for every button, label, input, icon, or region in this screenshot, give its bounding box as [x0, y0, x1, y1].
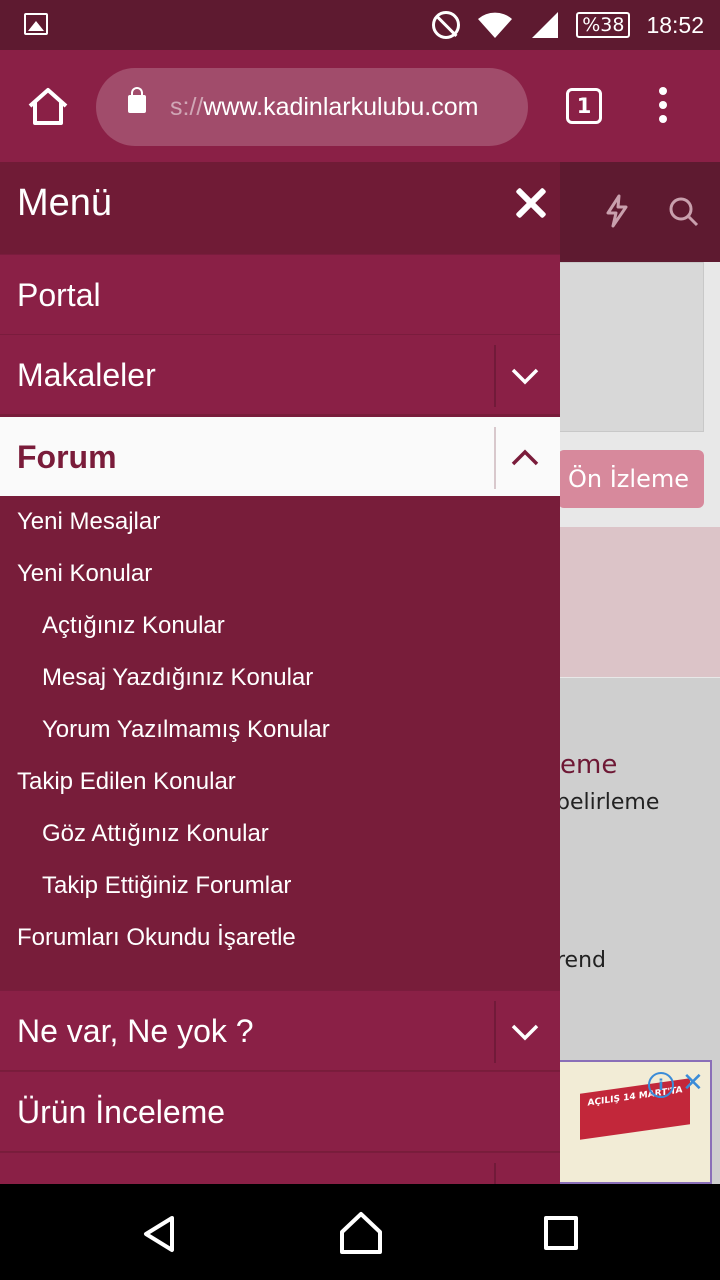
lock-icon — [128, 87, 146, 113]
menu-item-portal[interactable]: Portal — [0, 254, 560, 334]
browser-toolbar: s://www.kadinlarkulubu.com 1 — [0, 50, 720, 162]
menu-item-urun-inceleme[interactable]: Ürün İnceleme — [0, 1071, 560, 1151]
lightning-icon[interactable] — [604, 194, 630, 228]
battery-indicator: %38 — [576, 12, 631, 38]
gallery-notification-icon — [24, 13, 48, 35]
signal-icon — [532, 12, 559, 38]
menu-item-partial[interactable] — [0, 1152, 560, 1184]
drawer-header: Menü — [0, 162, 560, 254]
search-icon[interactable] — [668, 196, 700, 228]
submenu-item-mark-forums-read[interactable]: Forumları Okundu İşaretle — [0, 912, 560, 964]
submenu-item-watched-forums[interactable]: Takip Ettiğiniz Forumlar — [0, 860, 560, 912]
menu-item-ne-var-ne-yok[interactable]: Ne var, Ne yok ? — [0, 990, 560, 1070]
navigation-drawer: Menü Portal Makaleler Forum Yeni Mesajla… — [0, 162, 560, 1184]
menu-item-label: Makaleler — [17, 357, 156, 393]
page-text-area — [558, 262, 704, 432]
home-icon[interactable] — [26, 86, 70, 126]
page-link-text[interactable]: eme — [560, 750, 617, 780]
divider — [494, 1001, 496, 1063]
page-pink-section — [558, 527, 720, 677]
submenu-item-posted-threads[interactable]: Mesaj Yazdığınız Konular — [0, 652, 560, 704]
menu-item-label: Ürün İnceleme — [17, 1094, 226, 1130]
drawer-title: Menü — [17, 182, 113, 224]
system-navigation-bar — [0, 1184, 720, 1280]
divider — [494, 1163, 496, 1184]
address-bar[interactable]: s://www.kadinlarkulubu.com — [96, 68, 528, 146]
page-header — [558, 162, 720, 262]
ad-info-icon[interactable]: i — [648, 1072, 674, 1098]
submenu-item-watched-threads[interactable]: Takip Edilen Konular — [0, 756, 560, 808]
submenu-item-new-threads[interactable]: Yeni Konular — [0, 548, 560, 600]
menu-item-makaleler[interactable]: Makaleler — [0, 334, 560, 414]
menu-item-label: Ne var, Ne yok ? — [17, 1013, 254, 1049]
close-icon[interactable] — [514, 186, 548, 220]
preview-button[interactable]: Ön İzleme — [558, 450, 704, 508]
tab-switcher-button[interactable]: 1 — [566, 88, 602, 124]
submenu-item-unanswered-threads[interactable]: Yorum Yazılmamış Konular — [0, 704, 560, 756]
divider — [494, 345, 496, 407]
url-text[interactable]: s://www.kadinlarkulubu.com — [170, 68, 515, 146]
recent-apps-icon[interactable] — [544, 1216, 578, 1250]
ad-close-icon[interactable]: ✕ — [682, 1068, 704, 1098]
chevron-up-icon[interactable] — [510, 443, 540, 473]
page-text: rend — [556, 948, 607, 973]
submenu-item-viewed-threads[interactable]: Göz Attığınız Konular — [0, 808, 560, 860]
chevron-down-icon[interactable] — [510, 1017, 540, 1047]
back-icon[interactable] — [140, 1214, 180, 1254]
wifi-icon — [478, 12, 513, 38]
page-text: belirleme — [556, 790, 660, 815]
chevron-down-icon[interactable] — [510, 361, 540, 391]
do-not-disturb-icon — [432, 11, 461, 39]
status-bar: %38 18:52 — [0, 0, 720, 50]
home-nav-icon[interactable] — [338, 1210, 384, 1256]
menu-item-label: Portal — [17, 277, 101, 313]
submenu-item-new-messages[interactable]: Yeni Mesajlar — [0, 496, 560, 548]
divider — [494, 427, 496, 489]
menu-item-label: Forum — [17, 439, 117, 475]
ad-banner[interactable]: AÇILIŞ 14 MART'TA i ✕ — [558, 1060, 712, 1184]
clock: 18:52 — [646, 11, 704, 38]
overflow-menu-icon[interactable] — [656, 87, 670, 127]
menu-item-forum[interactable]: Forum — [0, 416, 560, 496]
submenu-item-your-threads[interactable]: Açtığınız Konular — [0, 600, 560, 652]
